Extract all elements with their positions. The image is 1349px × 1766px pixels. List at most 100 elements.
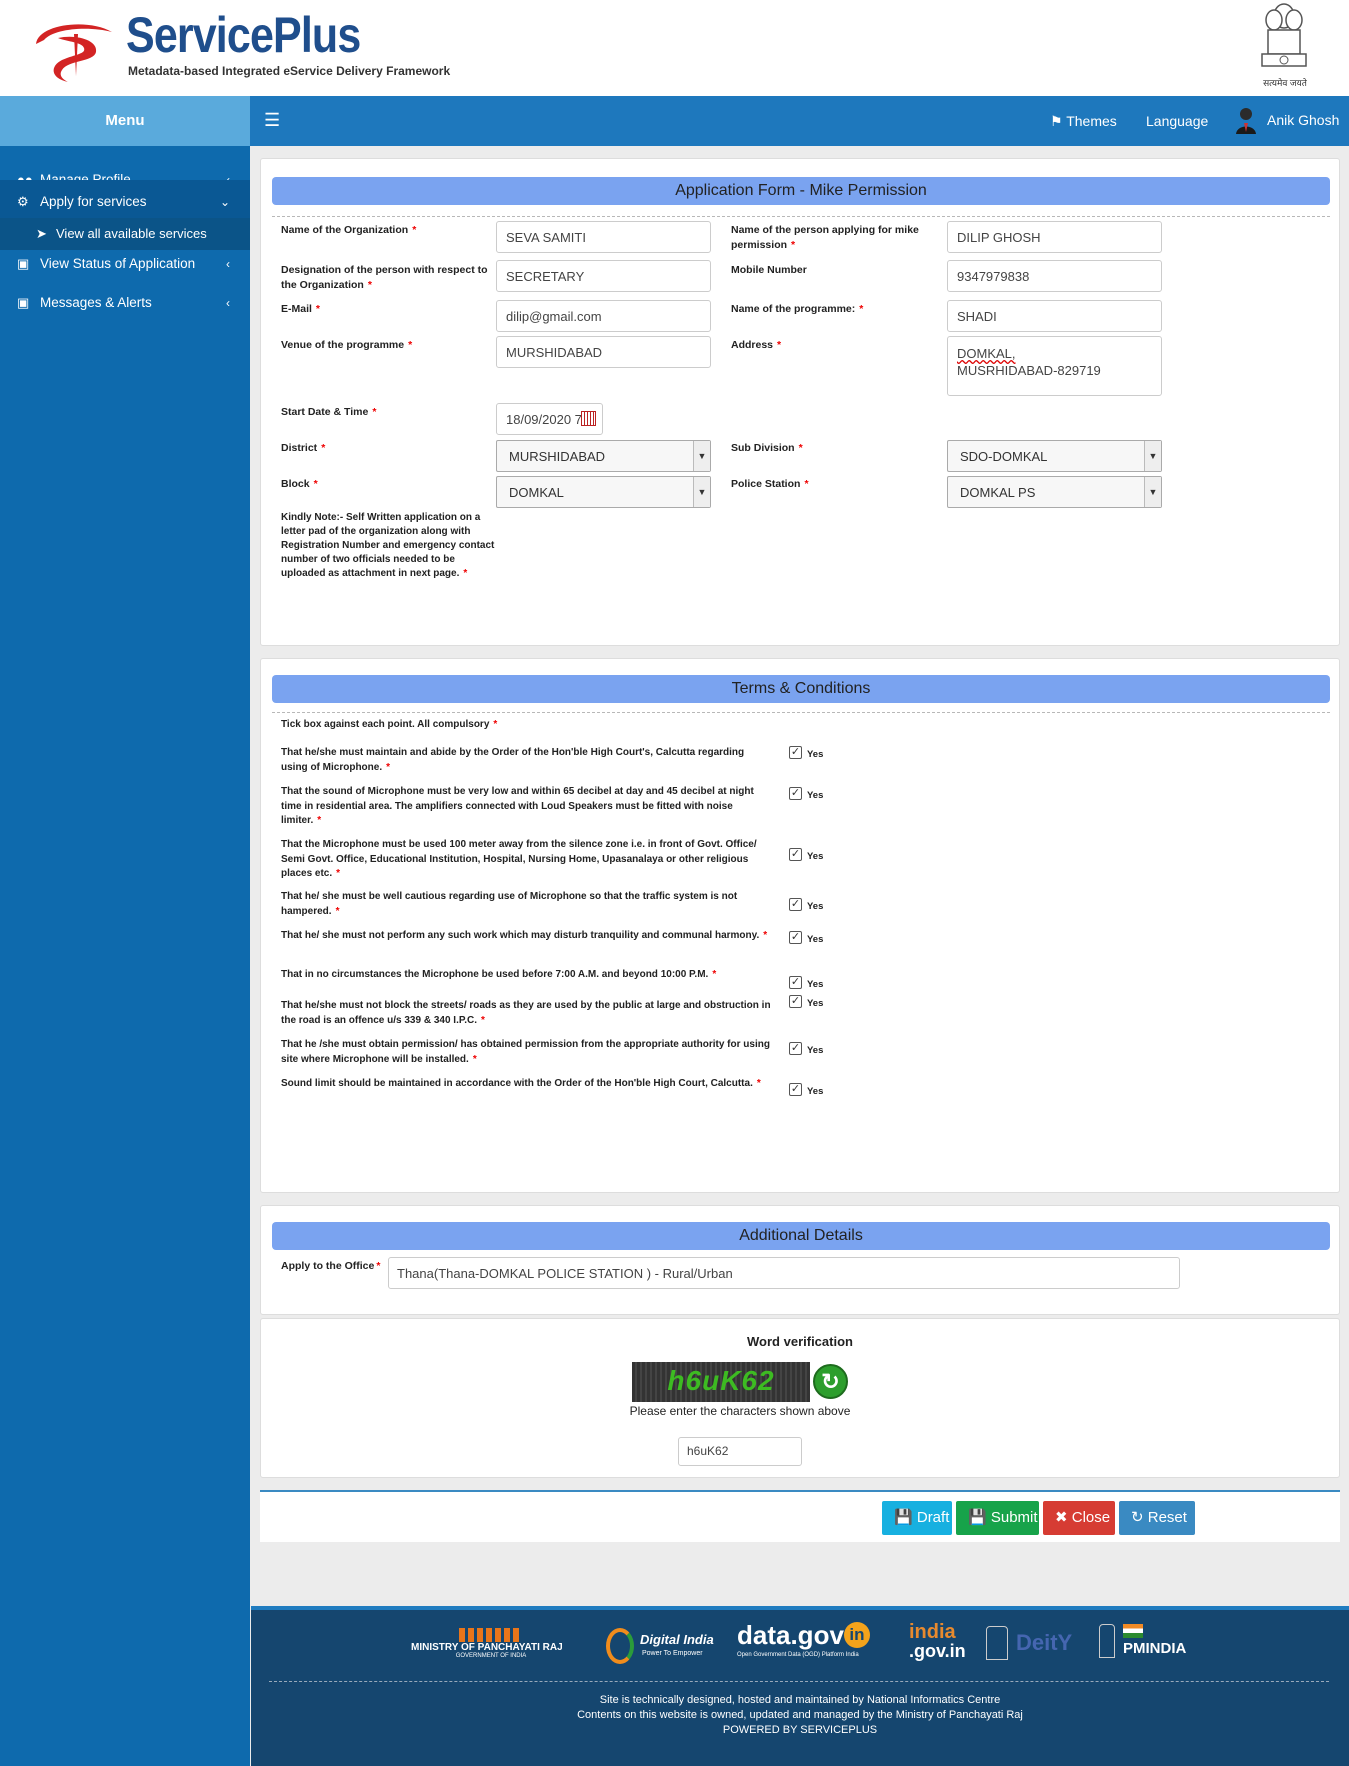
reset-button[interactable]: ↻ Reset [1119,1501,1195,1535]
footer-line-ministry: Contents on this website is owned, updat… [577,1709,1023,1721]
address-label: Address * [731,339,782,351]
address-textarea[interactable]: DOMKAL, MUSRHIDABAD-829719 [947,336,1162,396]
terms-panel: Terms & Conditions Tick box against each… [260,658,1340,1193]
emblem-icon [986,1626,1008,1660]
terms-yes-label: Yes [807,901,824,912]
save-icon: 💾 [894,1509,913,1526]
terms-checkbox[interactable]: ✓ [789,746,802,759]
sidebar-item-messages-alerts[interactable]: ▣ Messages & Alerts ‹ [0,281,250,325]
calendar-icon[interactable] [581,411,596,426]
terms-item-text: Sound limit should be maintained in acco… [281,1078,761,1089]
gamepad-icon: ▣ [17,295,30,310]
user-menu[interactable]: Anik Ghosh [1235,106,1339,134]
additional-details-panel: Additional Details Apply to the Office * … [260,1205,1340,1315]
terms-checkbox[interactable]: ✓ [789,787,802,800]
chevron-left-icon: ‹ [226,257,230,271]
mobile-field[interactable]: 9347979838 [947,260,1162,292]
email-field[interactable]: dilip@gmail.com [496,300,711,332]
form-title: Application Form - Mike Permission [272,177,1330,205]
chevron-left-icon: ‹ [226,296,230,310]
chevron-down-icon: ▼ [1144,441,1161,471]
emblem-motto: सत्यमेव जयते [1263,78,1307,88]
captcha-input[interactable]: h6uK62 [678,1437,802,1466]
district-select[interactable]: MURSHIDABAD ▼ [496,440,711,472]
footer: MINISTRY OF PANCHAYATI RAJ GOVERNMENT OF… [251,1606,1349,1766]
save-icon: 💾 [968,1509,987,1526]
site-header: ServicePlus Metadata-based Integrated eS… [0,0,1349,96]
close-button[interactable]: ✖ Close [1043,1501,1115,1535]
language-link[interactable]: Language [1146,113,1208,129]
footer-line-nic: Site is technically designed, hosted and… [599,1694,1001,1706]
programme-label: Name of the programme: * [731,303,864,315]
subdivision-select[interactable]: SDO-DOMKAL ▼ [947,440,1162,472]
org-label: Name of the Organization * [281,224,417,236]
terms-yes-label: Yes [807,934,824,945]
police-select[interactable]: DOMKAL PS ▼ [947,476,1162,508]
terms-checkbox[interactable]: ✓ [789,898,802,911]
police-label: Police Station * [731,478,809,490]
terms-checkbox[interactable]: ✓ [789,1083,802,1096]
additional-title: Additional Details [272,1222,1330,1250]
top-navbar: ☰ ⚑ Themes Language Anik Ghosh [250,96,1349,146]
terms-item-text: That he/she must maintain and abide by t… [281,747,745,773]
terms-yes-label: Yes [807,749,824,760]
panchayati-raj-logo[interactable]: MINISTRY OF PANCHAYATI RAJ GOVERNMENT OF… [411,1628,571,1659]
block-select[interactable]: DOMKAL ▼ [496,476,711,508]
brand-name: ServicePlus [126,7,361,63]
terms-checkbox[interactable]: ✓ [789,976,802,989]
sidebar-item-view-status[interactable]: ▣ View Status of Application ‹ [0,242,250,286]
serviceplus-logo-icon [36,24,112,82]
captcha-image: h6uK62 [632,1362,810,1402]
start-date-field[interactable]: 18/09/2020 7 [496,403,603,435]
captcha-panel: Word verification h6uK62 ↻ Please enter … [260,1318,1340,1478]
sidebar: ●● Manage Profile ‹ ⚙ Apply for services… [0,146,250,1766]
terms-item-text: That in no circumstances the Microphone … [281,969,717,980]
org-name-field[interactable]: SEVA SAMITI [496,221,711,253]
terms-checkbox[interactable]: ✓ [789,995,802,1008]
terms-item-text: That he/ she must not perform any such w… [281,930,768,941]
terms-yes-label: Yes [807,851,824,862]
chevron-down-icon: ▼ [693,477,710,507]
digital-india-icon [606,1628,634,1664]
application-form-panel: Application Form - Mike Permission Name … [260,158,1340,646]
terms-yes-label: Yes [807,1086,824,1097]
designation-field[interactable]: SECRETARY [496,260,711,292]
venue-field[interactable]: MURSHIDABAD [496,336,711,368]
refresh-icon: ↻ [1131,1509,1144,1526]
terms-item-text: That the Microphone must be used 100 met… [281,839,757,879]
subdivision-label: Sub Division * [731,442,803,454]
hamburger-icon[interactable]: ☰ [264,110,280,131]
data-gov-logo[interactable]: data.gov in Open Government Data (OGD) Pl… [737,1620,877,1658]
india-gov-logo[interactable]: india .gov.in [909,1622,969,1660]
block-label: Block * [281,478,318,490]
office-field[interactable]: Thana(Thana-DOMKAL POLICE STATION ) - Ru… [388,1257,1180,1289]
terms-yes-label: Yes [807,998,824,1009]
draft-button[interactable]: 💾 Draft [882,1501,952,1535]
applicant-name-field[interactable]: DILIP GHOSH [947,221,1162,253]
designation-label: Designation of the person with respect t… [281,264,488,291]
district-label: District * [281,442,326,454]
chevron-down-icon: ▼ [693,441,710,471]
mobile-label: Mobile Number [731,264,807,276]
user-name: Anik Ghosh [1267,112,1340,128]
action-bar: 💾 Draft 💾 Submit ✖ Close ↻ Reset [260,1490,1340,1542]
terms-checkbox[interactable]: ✓ [789,931,802,944]
terms-item-text: That the sound of Microphone must be ver… [281,786,754,826]
terms-item-text: That he /she must obtain permission/ has… [281,1039,770,1065]
terms-yes-label: Yes [807,1045,824,1056]
refresh-captcha-icon[interactable]: ↻ [813,1364,848,1399]
emblem-icon [1099,1624,1115,1658]
submit-button[interactable]: 💾 Submit [956,1501,1039,1535]
terms-checkbox[interactable]: ✓ [789,1042,802,1055]
start-date-label: Start Date & Time * [281,406,377,418]
terms-intro: Tick box against each point. All compuls… [281,719,498,730]
brand-tagline: Metadata-based Integrated eService Deliv… [128,64,451,78]
programme-field[interactable]: SHADI [947,300,1162,332]
office-label: Apply to the Office * [281,1260,381,1272]
terms-title: Terms & Conditions [272,675,1330,703]
footer-line-powered: POWERED BY SERVICEPLUS [722,1724,878,1736]
terms-checkbox[interactable]: ✓ [789,848,802,861]
terms-item-text: That he/ she must be well cautious regar… [281,891,738,917]
themes-link[interactable]: ⚑ Themes [1050,113,1117,130]
panchayat-icon [459,1628,519,1642]
